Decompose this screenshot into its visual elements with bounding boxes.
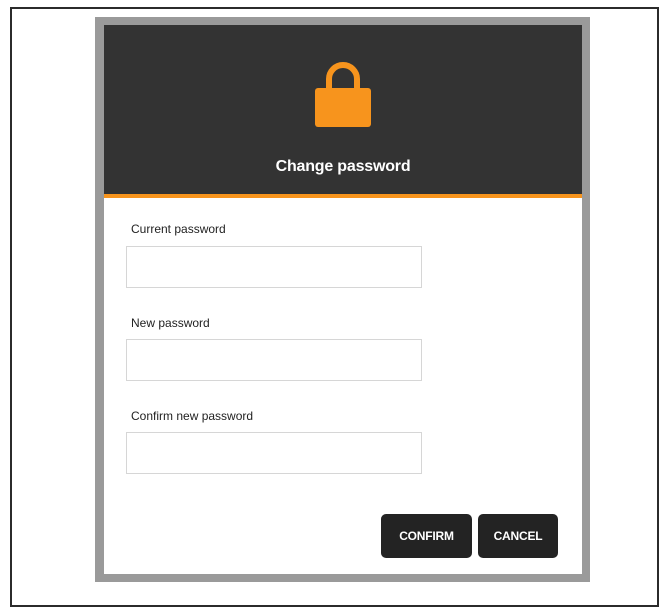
change-password-dialog: Change password Current password New pas… [104,25,582,574]
cancel-button[interactable]: CANCEL [478,514,558,558]
dialog-header: Change password [104,25,582,198]
current-password-input[interactable] [126,246,422,288]
confirm-password-label: Confirm new password [131,409,254,423]
dialog-title: Change password [275,158,411,175]
confirm-button[interactable]: CONFIRM [381,514,472,558]
new-password-label: New password [131,316,210,330]
confirm-password-input[interactable] [126,432,422,474]
new-password-input[interactable] [126,339,422,381]
current-password-label: Current password [131,222,226,236]
lock-icon [315,62,371,127]
